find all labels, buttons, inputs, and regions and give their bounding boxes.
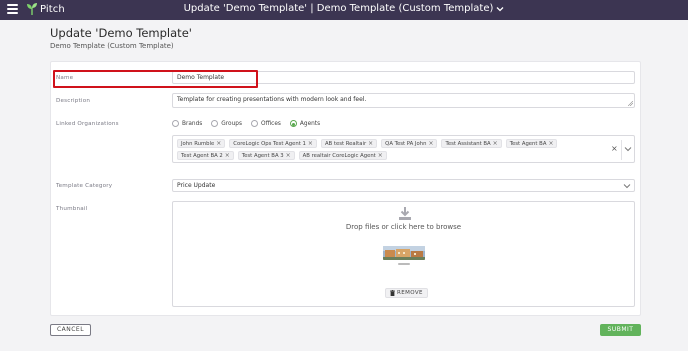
chip-label: Test Agent BA 2 bbox=[181, 152, 223, 159]
agent-chip: CoreLogic Ops Test Agent 1 × bbox=[229, 139, 317, 148]
radio-circle bbox=[250, 120, 258, 127]
highlight-box bbox=[53, 70, 258, 88]
agent-chip: Test Agent BA 2 × bbox=[177, 151, 234, 160]
chip-label: QA Test PA John bbox=[385, 140, 427, 147]
chip-remove-icon[interactable]: × bbox=[225, 152, 230, 160]
chip-label: AB realtair CoreLogic Agent bbox=[302, 152, 376, 159]
dropzone-text: Drop files or click here to browse bbox=[345, 223, 462, 231]
chevron-down-icon[interactable] bbox=[624, 145, 632, 153]
window-title-text: Update 'Demo Template' | Demo Template (… bbox=[183, 3, 494, 14]
description-textarea[interactable]: Template for creating presentations with… bbox=[172, 93, 635, 108]
radio-groups[interactable]: Groups bbox=[211, 120, 242, 127]
agent-chip: Test Agent BA × bbox=[505, 139, 558, 148]
chip-label: Test Agent BA 3 bbox=[241, 152, 284, 159]
radio-label: Offices bbox=[260, 120, 281, 127]
chip-label: John Rumble bbox=[181, 140, 215, 147]
chip-remove-icon[interactable]: × bbox=[286, 152, 291, 160]
chevron-down-icon bbox=[496, 6, 504, 11]
remove-thumbnail-button[interactable]: REMOVE bbox=[385, 288, 428, 298]
radio-label: Brands bbox=[182, 120, 203, 127]
radio-circle-checked bbox=[289, 120, 297, 127]
agent-chip: QA Test PA John × bbox=[381, 139, 438, 148]
category-value: Price Update bbox=[177, 182, 216, 189]
agent-chip: John Rumble × bbox=[177, 139, 226, 148]
agent-chip: AB test Realtair × bbox=[320, 139, 378, 148]
radio-circle bbox=[211, 120, 219, 127]
description-text: Template for creating presentations with… bbox=[177, 96, 367, 103]
selected-agents: John Rumble × CoreLogic Ops Test Agent 1 ×… bbox=[177, 139, 607, 160]
thumbnail-label: Thumbnail bbox=[56, 206, 88, 212]
description-label: Description bbox=[56, 98, 91, 104]
radio-brands[interactable]: Brands bbox=[172, 120, 202, 127]
chip-label: AB test Realtair bbox=[324, 140, 367, 147]
agents-multiselect[interactable]: John Rumble × CoreLogic Ops Test Agent 1 ×… bbox=[172, 135, 635, 163]
window-title[interactable]: Update 'Demo Template' | Demo Template (… bbox=[0, 3, 688, 14]
category-label: Template Category bbox=[56, 183, 113, 189]
page-subtitle: Demo Template (Custom Template) bbox=[50, 42, 174, 50]
divider bbox=[621, 140, 622, 160]
chip-remove-icon[interactable]: × bbox=[378, 152, 383, 160]
chip-label: Test Agent BA bbox=[509, 140, 547, 147]
chip-label: Test Assistant BA bbox=[445, 140, 491, 147]
radio-label: Agents bbox=[299, 120, 321, 127]
chip-remove-icon[interactable]: × bbox=[493, 140, 498, 148]
agent-chip: AB realtair CoreLogic Agent × bbox=[298, 151, 387, 160]
chip-remove-icon[interactable]: × bbox=[308, 140, 313, 148]
top-navigation-bar: Pitch Update 'Demo Template' | Demo Temp… bbox=[0, 0, 688, 20]
chip-remove-icon[interactable]: × bbox=[216, 140, 221, 148]
remove-label: REMOVE bbox=[397, 290, 423, 296]
chip-remove-icon[interactable]: × bbox=[368, 140, 373, 148]
agent-chip: Test Assistant BA × bbox=[441, 139, 502, 148]
category-select[interactable]: Price Update bbox=[172, 179, 635, 192]
thumbnail-preview-image bbox=[383, 246, 425, 260]
trash-icon bbox=[390, 290, 395, 296]
chevron-down-icon bbox=[623, 184, 631, 189]
chip-remove-icon[interactable]: × bbox=[548, 140, 553, 148]
chip-label: CoreLogic Ops Test Agent 1 bbox=[233, 140, 306, 147]
thumbnail-dropzone[interactable]: Drop files or click here to browse REMOV… bbox=[172, 201, 635, 307]
org-type-radio-group: Brands Groups Offices Agents bbox=[172, 120, 320, 127]
thumbnail-caption bbox=[398, 263, 410, 265]
page-title: Update 'Demo Template' bbox=[50, 26, 192, 40]
download-arrow-icon bbox=[399, 207, 411, 220]
radio-circle bbox=[172, 120, 179, 127]
radio-agents[interactable]: Agents bbox=[289, 120, 321, 127]
radio-label: Groups bbox=[221, 120, 242, 127]
linked-orgs-label: Linked Organizations bbox=[56, 121, 119, 127]
clear-all-icon[interactable]: × bbox=[611, 144, 618, 153]
cancel-button[interactable]: CANCEL bbox=[50, 324, 91, 336]
radio-offices[interactable]: Offices bbox=[250, 120, 281, 127]
resize-handle-icon[interactable] bbox=[628, 101, 633, 106]
submit-button[interactable]: SUBMIT bbox=[600, 324, 641, 336]
agent-chip: Test Agent BA 3 × bbox=[237, 151, 295, 160]
chip-remove-icon[interactable]: × bbox=[428, 140, 433, 148]
